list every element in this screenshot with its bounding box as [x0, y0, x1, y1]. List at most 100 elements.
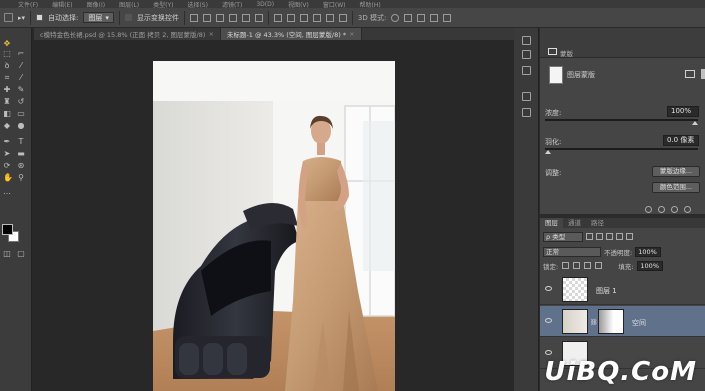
density-input[interactable]: 100%: [667, 106, 699, 117]
link-icon[interactable]: ⛓: [590, 319, 598, 326]
history-brush-icon[interactable]: ↺: [17, 98, 25, 106]
blur-tool-icon[interactable]: ◆: [3, 122, 11, 130]
align-right-icon[interactable]: [254, 13, 263, 22]
eye-icon[interactable]: [545, 286, 552, 291]
align-hcenter-icon[interactable]: [241, 13, 250, 22]
density-slider[interactable]: [545, 119, 698, 125]
actions-panel-icon[interactable]: [522, 50, 531, 59]
more-tools-icon[interactable]: …: [3, 188, 11, 196]
distribute-vcenter-icon[interactable]: [286, 13, 295, 22]
tab-paths[interactable]: 路径: [586, 218, 609, 228]
distribute-hcenter-icon[interactable]: [325, 13, 334, 22]
apply-mask-icon[interactable]: [658, 206, 665, 213]
quick-select-tool-icon[interactable]: ⁄: [17, 62, 25, 70]
menu-item[interactable]: 3D(D): [256, 1, 274, 8]
pixel-mask-button[interactable]: [685, 70, 695, 78]
fill-input[interactable]: 100%: [637, 260, 664, 271]
auto-select-checkbox[interactable]: [36, 14, 44, 21]
lock-position-icon[interactable]: [584, 262, 592, 269]
3d-orbit-icon[interactable]: [391, 13, 400, 22]
3d-tool-icon[interactable]: ⟳: [3, 162, 11, 170]
lasso-tool-icon[interactable]: ꝺ: [3, 62, 11, 70]
marquee-tool-icon[interactable]: ⬚: [3, 50, 11, 58]
hand-tool-icon[interactable]: ✋: [3, 174, 13, 182]
layer-row-layer1[interactable]: 图层 1: [540, 274, 705, 305]
tab-channels[interactable]: 通道: [563, 218, 586, 228]
type-tool-icon[interactable]: T: [17, 138, 25, 146]
foreground-color-swatch[interactable]: [2, 224, 13, 235]
close-icon[interactable]: ×: [208, 30, 213, 38]
screen-mode-icon[interactable]: ▢: [17, 250, 25, 258]
opacity-input[interactable]: 100%: [635, 246, 662, 257]
vector-mask-button[interactable]: [701, 69, 705, 79]
slice-select-icon[interactable]: ⌐: [17, 50, 25, 58]
3d-camera-icon[interactable]: ⊛: [17, 162, 25, 170]
character-panel-icon[interactable]: [522, 108, 531, 117]
tab-layers[interactable]: 图层: [540, 218, 563, 228]
opacity-label: 不透明度:: [604, 248, 633, 257]
rectangle-tool-icon[interactable]: ▬: [17, 150, 25, 158]
toggle-mask-icon[interactable]: [671, 206, 678, 213]
distribute-top-icon[interactable]: [273, 13, 282, 22]
3d-pan-icon[interactable]: [417, 13, 426, 22]
3d-scale-icon[interactable]: [443, 13, 452, 22]
move-tool-icon[interactable]: [4, 13, 13, 22]
eye-icon[interactable]: [545, 350, 552, 355]
history-panel-icon[interactable]: [522, 36, 531, 45]
pen-tool-icon[interactable]: ✒: [3, 138, 11, 146]
adjustment-filter-icon[interactable]: [596, 233, 603, 240]
distribute-left-icon[interactable]: [312, 13, 321, 22]
shape-filter-icon[interactable]: [616, 233, 623, 240]
distribute-bottom-icon[interactable]: [299, 13, 308, 22]
smart-object-filter-icon[interactable]: [626, 233, 633, 240]
layer-row-space[interactable]: ⛓ 空间: [540, 306, 705, 337]
lock-transparent-icon[interactable]: [562, 262, 570, 269]
zoom-tool-icon[interactable]: ⚲: [17, 174, 25, 182]
document-canvas[interactable]: [153, 61, 395, 391]
path-select-icon[interactable]: ➤: [3, 150, 11, 158]
gradient-tool-icon[interactable]: ▭: [17, 110, 25, 118]
tool-preset-arrow-icon[interactable]: ▸▾: [18, 14, 25, 22]
eraser-tool-icon[interactable]: ◧: [3, 110, 11, 118]
align-left-icon[interactable]: [228, 13, 237, 22]
blend-mode-dropdown[interactable]: 正常: [543, 246, 601, 257]
paragraph-panel-icon[interactable]: [522, 92, 531, 101]
load-selection-icon[interactable]: [645, 206, 652, 213]
align-vcenter-icon[interactable]: [202, 13, 211, 22]
distribute-right-icon[interactable]: [338, 13, 347, 22]
filter-kind-dropdown[interactable]: ρ 类型: [543, 231, 583, 242]
feather-slider[interactable]: [545, 148, 698, 154]
brush-tool-icon[interactable]: ✎: [17, 86, 25, 94]
type-filter-icon[interactable]: [606, 233, 613, 240]
show-transform-checkbox[interactable]: [124, 14, 132, 21]
tab-document-1[interactable]: c模特金色长裙.psd @ 15.8% (正面 拷贝 2, 图层蒙版/8) ×: [34, 28, 221, 40]
density-slider-knob[interactable]: [692, 121, 698, 125]
color-range-button[interactable]: 颜色范围...: [652, 182, 700, 193]
tab-document-2[interactable]: 未标题-1 @ 43.3% (空间, 图层蒙版/8) * ×: [220, 28, 362, 40]
lock-pixels-icon[interactable]: [573, 262, 581, 269]
crop-tool-icon[interactable]: ⌗: [3, 74, 11, 82]
move-tool-icon[interactable]: ✥: [3, 40, 11, 48]
feather-input[interactable]: 0.0 像素: [663, 135, 699, 146]
eyedropper-tool-icon[interactable]: ⁄: [17, 74, 25, 82]
feather-slider-knob[interactable]: [545, 150, 551, 154]
dodge-tool-icon[interactable]: ●: [17, 122, 25, 130]
properties-header: 蒙版: [540, 28, 705, 58]
mask-edge-button[interactable]: 蒙版边缘...: [652, 166, 700, 177]
align-bottom-icon[interactable]: [215, 13, 224, 22]
clone-stamp-icon[interactable]: ♜: [3, 98, 11, 106]
layer-mask-thumbnail[interactable]: [598, 309, 624, 334]
close-icon[interactable]: ×: [349, 30, 354, 38]
align-top-icon[interactable]: [189, 13, 198, 22]
3d-roll-icon[interactable]: [404, 13, 413, 22]
pixel-filter-icon[interactable]: [586, 233, 593, 240]
healing-brush-icon[interactable]: ✚: [3, 86, 11, 94]
3d-slide-icon[interactable]: [430, 13, 439, 22]
lock-all-icon[interactable]: [595, 262, 603, 269]
trash-icon[interactable]: [684, 206, 691, 213]
eye-icon[interactable]: [545, 318, 552, 323]
auto-select-dropdown[interactable]: 图层 ▾: [83, 12, 114, 23]
swatches-panel-icon[interactable]: [522, 66, 531, 75]
quick-mask-icon[interactable]: ◫: [3, 250, 11, 258]
canvas-area[interactable]: [33, 40, 514, 391]
